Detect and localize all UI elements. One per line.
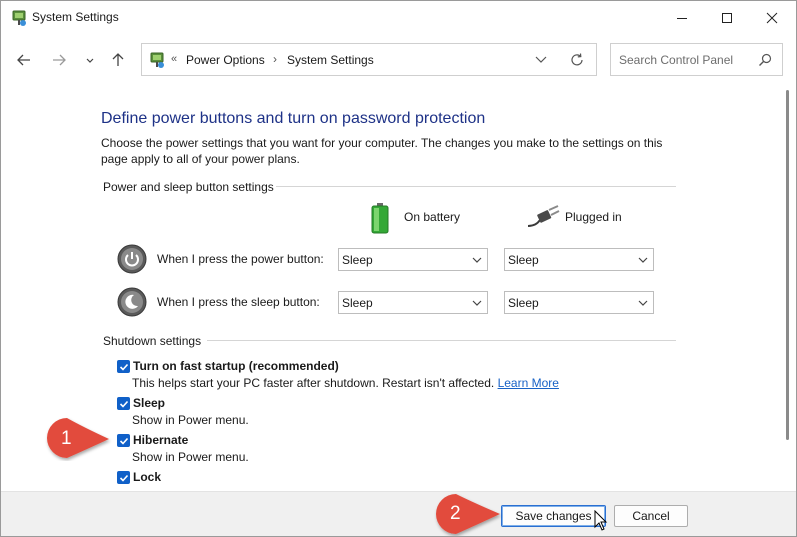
fast-startup-label[interactable]: Turn on fast startup (recommended)	[133, 359, 339, 373]
mouse-cursor-icon	[594, 510, 608, 531]
page-description: Choose the power settings that you want …	[101, 136, 663, 166]
power-button-label: When I press the power button:	[157, 252, 324, 266]
select-value: Sleep	[342, 253, 373, 267]
search-placeholder: Search Control Panel	[619, 53, 734, 67]
learn-more-link[interactable]: Learn More	[498, 376, 559, 390]
power-button-icon	[117, 244, 147, 274]
up-button[interactable]	[107, 49, 129, 71]
check-icon	[119, 474, 128, 482]
callout-2-label: 2	[450, 503, 461, 524]
select-value: Sleep	[508, 296, 539, 310]
hibernate-label[interactable]: Hibernate	[133, 433, 188, 447]
sleep-button-icon	[117, 287, 147, 317]
address-dropdown-icon[interactable]	[532, 53, 550, 67]
cancel-button[interactable]: Cancel	[614, 505, 688, 527]
vertical-scrollbar[interactable]	[786, 90, 789, 440]
power-button-on-battery-select[interactable]: Sleep	[338, 248, 488, 271]
fast-startup-description-text: This helps start your PC faster after sh…	[132, 376, 495, 390]
callout-2-marker	[436, 494, 500, 534]
sleep-button-plugged-in-select[interactable]: Sleep	[504, 291, 654, 314]
chevron-down-icon	[638, 257, 648, 263]
chevron-down-icon	[472, 257, 482, 263]
minimize-icon	[677, 17, 687, 19]
refresh-icon[interactable]	[568, 51, 586, 69]
shutdown-section-label: Shutdown settings	[103, 334, 202, 348]
search-icon[interactable]	[757, 52, 773, 68]
sleep-button-label: When I press the sleep button:	[157, 295, 320, 309]
breadcrumb-overflow-icon[interactable]: «	[171, 53, 177, 65]
forward-button[interactable]	[48, 49, 70, 71]
battery-icon	[371, 203, 389, 234]
sleep-button-on-battery-select[interactable]: Sleep	[338, 291, 488, 314]
title-bar: System Settings	[1, 1, 796, 34]
sleep-label[interactable]: Sleep	[133, 396, 165, 410]
maximize-button[interactable]	[704, 1, 750, 34]
power-options-app-icon	[12, 10, 26, 26]
control-panel-icon	[150, 52, 164, 68]
forward-arrow-icon	[53, 54, 66, 66]
callout-1-marker	[47, 418, 109, 458]
select-value: Sleep	[508, 253, 539, 267]
minimize-button[interactable]	[659, 1, 705, 34]
fast-startup-checkbox[interactable]	[117, 360, 130, 373]
hibernate-description: Show in Power menu.	[132, 450, 249, 464]
chevron-down-icon	[638, 300, 648, 306]
close-button[interactable]	[749, 1, 795, 34]
plug-icon	[527, 205, 560, 227]
address-bar[interactable]: « Power Options › System Settings	[141, 43, 597, 76]
power-button-plugged-in-select[interactable]: Sleep	[504, 248, 654, 271]
close-icon	[766, 12, 778, 23]
select-value: Sleep	[342, 296, 373, 310]
lock-label[interactable]: Lock	[133, 470, 161, 484]
sleep-checkbox[interactable]	[117, 397, 130, 410]
breadcrumb-system-settings[interactable]: System Settings	[287, 53, 374, 67]
up-arrow-icon	[112, 53, 124, 66]
power-section-label: Power and sleep button settings	[103, 180, 274, 194]
sleep-description: Show in Power menu.	[132, 413, 249, 427]
callout-1-label: 1	[61, 428, 72, 449]
system-settings-window: System Settings « Power Options › System…	[0, 0, 797, 537]
navigation-bar: « Power Options › System Settings Search…	[1, 34, 796, 86]
maximize-icon	[722, 12, 732, 23]
search-box[interactable]: Search Control Panel	[610, 43, 783, 76]
page-title: Define power buttons and turn on passwor…	[101, 110, 486, 127]
back-button[interactable]	[13, 49, 35, 71]
back-arrow-icon	[17, 54, 30, 66]
lock-checkbox[interactable]	[117, 471, 130, 484]
recent-locations-button[interactable]	[79, 49, 101, 71]
shutdown-section-divider	[207, 340, 676, 341]
check-icon	[119, 400, 128, 408]
window-title: System Settings	[32, 10, 119, 24]
on-battery-header: On battery	[404, 210, 461, 224]
check-icon	[119, 363, 128, 371]
footer-bar: Save changes Cancel	[1, 491, 796, 536]
chevron-down-icon	[472, 300, 482, 306]
chevron-down-icon	[86, 58, 94, 63]
breadcrumb-separator: ›	[273, 52, 277, 66]
power-section-divider	[276, 186, 676, 187]
breadcrumb-power-options[interactable]: Power Options	[186, 53, 265, 67]
plugged-in-header: Plugged in	[565, 210, 622, 224]
fast-startup-description: This helps start your PC faster after sh…	[132, 376, 559, 390]
